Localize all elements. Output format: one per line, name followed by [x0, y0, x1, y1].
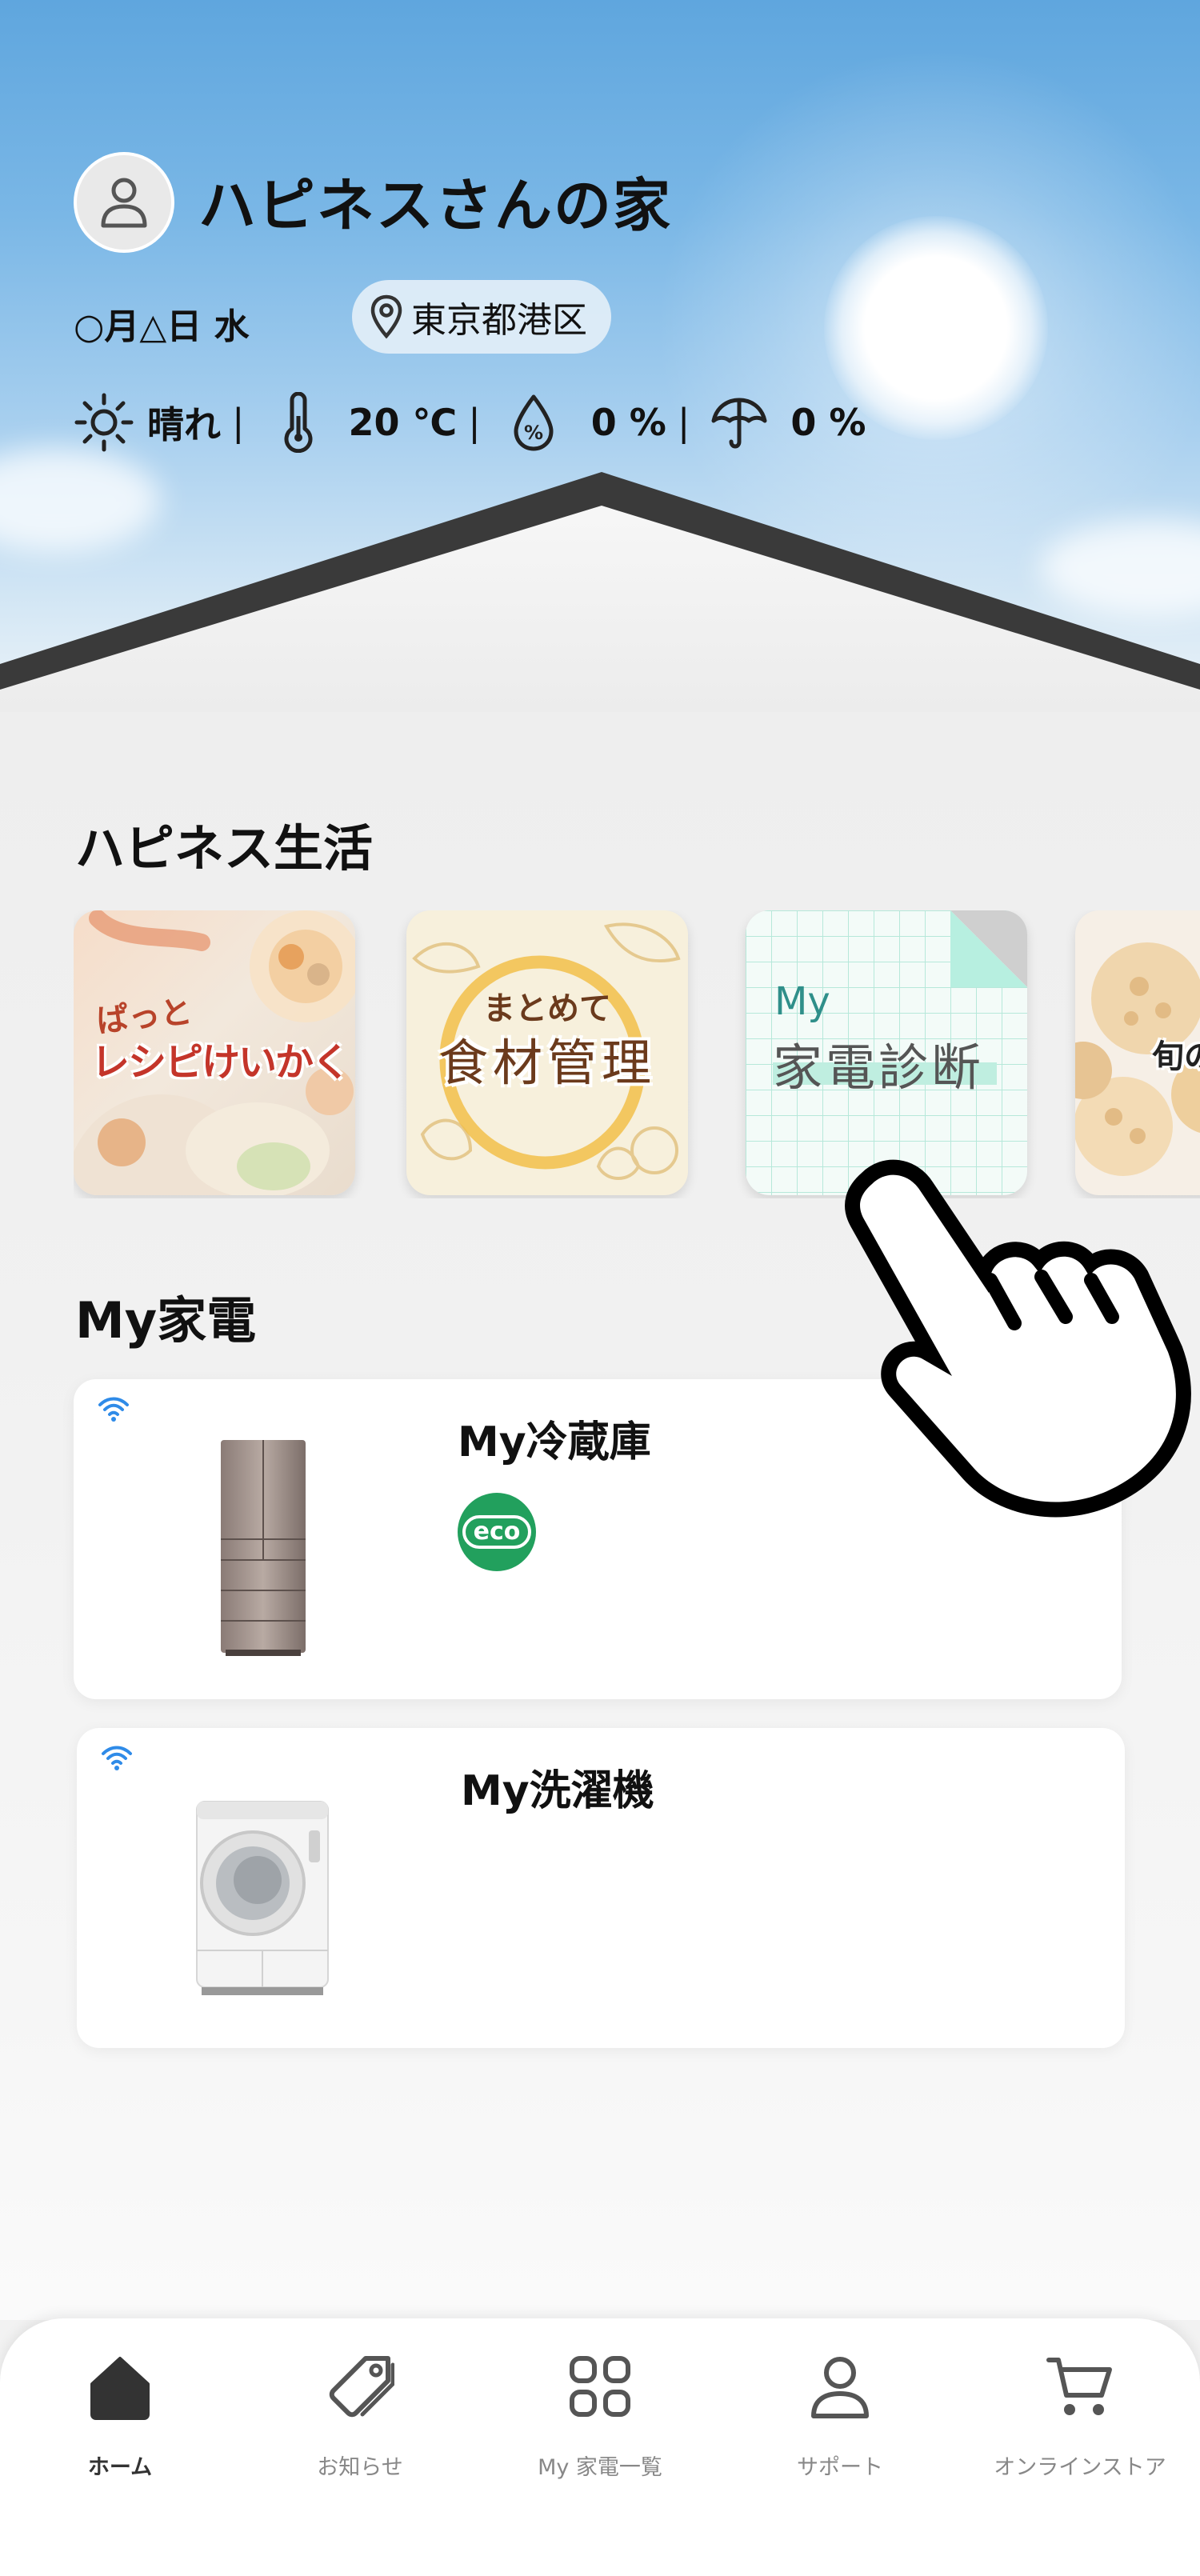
- device-card-washing-machine[interactable]: My洗濯機: [77, 1728, 1125, 2048]
- nav-home-label: ホーム: [87, 2455, 153, 2480]
- svg-text:%: %: [524, 422, 543, 444]
- recipe-plan-card[interactable]: ぱっと レシピけいかく: [74, 910, 355, 1195]
- diagnosis-card-line1: My: [774, 979, 830, 1024]
- recipe-plan-card-line2: レシピけいかく: [91, 1040, 350, 1085]
- wifi-icon: [102, 1746, 132, 1770]
- umbrella-icon: [711, 398, 767, 449]
- seasonal-card-line1: 旬の: [1152, 1038, 1200, 1075]
- nav-online-store-label: オンラインストア: [994, 2455, 1166, 2480]
- weather-bar: 晴れ | 20 ℃ | % 0 % | 0 %: [74, 390, 866, 454]
- location-label: 東京都港区: [411, 300, 587, 341]
- nav-notifications-label: お知らせ: [317, 2455, 403, 2480]
- nav-support[interactable]: サポート: [720, 2342, 960, 2502]
- rain-chance-value: 0 %: [790, 401, 866, 444]
- roof-graphic: [0, 472, 1200, 712]
- nav-my-appliances-label: My 家電一覧: [538, 2455, 662, 2480]
- section-title-my-appliances: My家電: [75, 1291, 257, 1350]
- grid-icon: [570, 2356, 630, 2417]
- humidity-icon: %: [514, 394, 554, 451]
- eco-badge: eco: [458, 1493, 536, 1571]
- location-pin-icon: [370, 294, 402, 339]
- sun-icon: [74, 393, 134, 452]
- person-icon: [811, 2357, 869, 2418]
- separator: |: [232, 401, 245, 444]
- device-name: My洗濯機: [461, 1767, 654, 1815]
- nav-my-appliances[interactable]: My 家電一覧: [480, 2342, 720, 2502]
- pointing-hand-icon: [845, 1159, 1191, 1518]
- separator: |: [677, 401, 690, 444]
- temperature-value: 20 ℃: [348, 401, 458, 444]
- section-title-happiness: ハピネス生活: [75, 819, 374, 878]
- device-name: My冷蔵庫: [458, 1418, 651, 1466]
- refrigerator-image: [221, 1440, 306, 1656]
- humidity-value: 0 %: [590, 401, 666, 444]
- washing-machine-image: [196, 1801, 329, 1995]
- nav-online-store[interactable]: オンラインストア: [960, 2342, 1200, 2502]
- nav-home[interactable]: ホーム: [0, 2342, 240, 2502]
- tag-icon: [329, 2356, 394, 2418]
- user-icon: [101, 178, 147, 228]
- nav-support-label: サポート: [797, 2455, 883, 2480]
- ingredient-card-line2: 食材管理: [438, 1034, 656, 1092]
- wifi-icon: [98, 1397, 129, 1422]
- thermometer-icon: [284, 392, 312, 453]
- home-title: ハピネスさんの家: [198, 172, 673, 239]
- weather-condition: 晴れ: [147, 403, 221, 446]
- ingredient-management-card[interactable]: まとめて 食材管理: [406, 910, 688, 1195]
- date-label: ○月△日 水: [74, 306, 250, 347]
- cart-icon: [1046, 2358, 1112, 2415]
- bottom-navigation: ホーム お知らせ My 家電一覧 サポート オンラインストア: [0, 2318, 1200, 2576]
- eco-badge-label: eco: [462, 1515, 532, 1549]
- separator: |: [468, 401, 481, 444]
- location-chip[interactable]: 東京都港区: [352, 280, 611, 354]
- diagnosis-card-line2: 家電診断: [773, 1038, 985, 1097]
- home-icon: [90, 2357, 150, 2420]
- nav-notifications[interactable]: お知らせ: [240, 2342, 480, 2502]
- avatar[interactable]: [74, 152, 174, 253]
